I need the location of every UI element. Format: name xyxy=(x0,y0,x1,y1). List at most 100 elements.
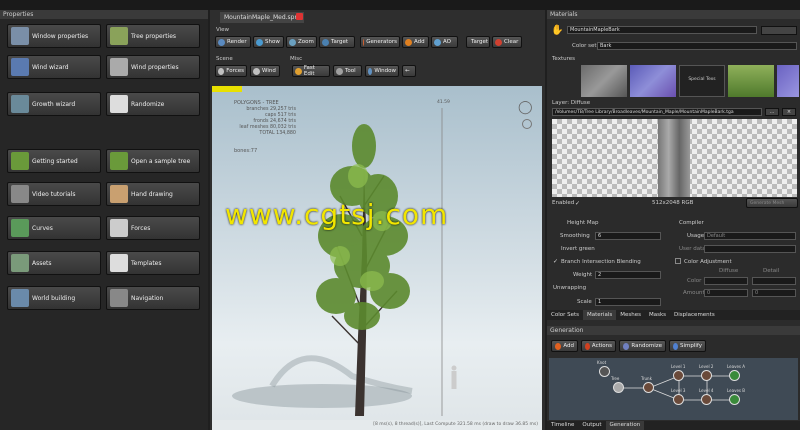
material-name: MountainMapleBark xyxy=(570,27,620,33)
node-level-2[interactable] xyxy=(701,370,712,381)
tree-render xyxy=(232,108,457,416)
texture-path-field[interactable]: /Volumes/TB/Tree Library/Broadleaves/Mou… xyxy=(552,108,762,116)
diffuse-amount-field[interactable]: 0 xyxy=(704,289,748,297)
viewport-3d[interactable]: POLYGONS - TREE branches 29,257 tris caps… xyxy=(212,86,542,430)
diffuse-color-swatch[interactable] xyxy=(704,277,748,285)
texture-extra-thumb[interactable] xyxy=(777,65,799,97)
node-leaves-b[interactable] xyxy=(729,394,740,405)
smoothing-field[interactable]: 6 xyxy=(595,232,661,240)
user-data-field[interactable] xyxy=(704,245,796,253)
show-button[interactable]: Show xyxy=(253,36,284,48)
actions-generation-button[interactable]: Actions xyxy=(581,340,616,352)
clear-texture-button[interactable]: × xyxy=(782,108,796,116)
scale-field[interactable]: 1 xyxy=(595,298,661,306)
node-level-4[interactable] xyxy=(701,394,712,405)
video-tutorials-button[interactable]: Video tutorials xyxy=(7,182,101,206)
bottom-tab-output[interactable]: Output xyxy=(578,421,605,430)
window-button[interactable]: Window xyxy=(365,65,399,77)
zoom-button[interactable]: Zoom xyxy=(286,36,317,48)
branch-blending-checkbox[interactable]: ✓ xyxy=(553,258,558,265)
properties-panel: Properties Window properties Tree propert… xyxy=(0,10,208,430)
forces-label: Forces xyxy=(131,224,151,232)
ao-button[interactable]: AO xyxy=(431,36,458,48)
add-generation-button[interactable]: Add xyxy=(551,340,578,352)
color-set-field[interactable]: Bark xyxy=(597,42,797,50)
forces-button[interactable]: Forces xyxy=(106,216,200,240)
document-tab[interactable]: MountainMaple_Med.spm xyxy=(220,12,305,23)
navigation-button[interactable]: Navigation xyxy=(106,286,200,310)
texture-leaves-thumb[interactable] xyxy=(728,65,774,97)
clear-button[interactable]: Clear xyxy=(492,36,522,48)
forces-label: Forces xyxy=(226,68,244,74)
texture-normal-thumb[interactable] xyxy=(630,65,676,97)
world-icon xyxy=(11,289,29,307)
tab-displacements[interactable]: Displacements xyxy=(670,310,719,320)
tab-masks[interactable]: Masks xyxy=(645,310,670,320)
actions-label: Actions xyxy=(591,343,612,349)
randomize-generation-button[interactable]: Randomize xyxy=(619,340,666,352)
generate-mesh-button[interactable]: Generate Mesh xyxy=(746,198,798,208)
target-button[interactable]: Target xyxy=(319,36,355,48)
tool-button[interactable]: Tool xyxy=(333,65,362,77)
growth-wizard-button[interactable]: Growth wizard xyxy=(7,92,101,116)
add-button[interactable]: Add xyxy=(402,36,429,48)
tree-properties-button[interactable]: Tree properties xyxy=(106,24,200,48)
material-selector[interactable]: MountainMapleBark xyxy=(567,26,757,34)
wind-properties-button[interactable]: Wind properties xyxy=(106,55,200,79)
texture-bark-thumb[interactable] xyxy=(581,65,627,97)
texture-path: /Volumes/TB/Tree Library/Broadleaves/Mou… xyxy=(555,110,734,115)
clear-label: Clear xyxy=(504,39,519,45)
detail-amount-field[interactable]: 0 xyxy=(752,289,796,297)
color-adjustment-checkbox[interactable] xyxy=(675,258,681,264)
simplify-generation-button[interactable]: Simplify xyxy=(669,340,706,352)
node-label-level-3: Level 3 xyxy=(671,388,686,393)
window-properties-label: Window properties xyxy=(32,32,89,40)
smoothing-value: 6 xyxy=(598,233,602,239)
fast-edit-button[interactable]: Fast Edit xyxy=(292,65,330,77)
detail-color-swatch[interactable] xyxy=(752,277,796,285)
curves-button[interactable]: Curves xyxy=(7,216,101,240)
open-a-sample-tree-button[interactable]: Open a sample tree xyxy=(106,149,200,173)
node-trunk[interactable] xyxy=(643,382,654,393)
bottom-tab-timeline[interactable]: Timeline xyxy=(547,421,578,430)
node-leaves-a[interactable] xyxy=(729,370,740,381)
node-knot[interactable] xyxy=(599,366,610,377)
node-level-3[interactable] xyxy=(673,394,684,405)
window-properties-button[interactable]: Window properties xyxy=(7,24,101,48)
getting-started-button[interactable]: Getting started xyxy=(7,149,101,173)
randomize-icon xyxy=(623,342,630,350)
material-actions[interactable] xyxy=(761,26,797,35)
usage-field[interactable]: Default xyxy=(704,232,796,240)
generators-button[interactable]: Generators xyxy=(360,36,400,48)
bottom-tab-generation[interactable]: Generation xyxy=(605,421,645,430)
render-button[interactable]: Render xyxy=(215,36,251,48)
assets-button[interactable]: Assets xyxy=(7,251,101,275)
tab-materials[interactable]: Materials xyxy=(583,310,617,320)
forces-button[interactable]: Forces xyxy=(215,65,247,77)
tab-color-sets[interactable]: Color Sets xyxy=(547,310,583,320)
weight-field[interactable]: 2 xyxy=(595,271,661,279)
node-tree[interactable] xyxy=(613,382,624,393)
height-map-label: Height Map xyxy=(567,220,599,226)
browse-button[interactable]: ... xyxy=(765,108,779,116)
wind-button[interactable]: Wind xyxy=(250,65,280,77)
generators-icon xyxy=(363,38,365,46)
generation-graph[interactable]: Tree Trunk Level 1 Level 2 Level 3 Level 4 Lea… xyxy=(549,358,798,420)
randomize-button[interactable]: Randomize xyxy=(106,92,200,116)
templates-button[interactable]: Templates xyxy=(106,251,200,275)
texture-special-thumb[interactable]: Special Texs xyxy=(679,65,725,97)
target-button[interactable]: Target xyxy=(466,36,490,48)
tab-meshes[interactable]: Meshes xyxy=(616,310,645,320)
diffuse-amount-value: 0 xyxy=(707,290,711,296)
wind-wizard-button[interactable]: Wind wizard xyxy=(7,55,101,79)
node-level-1[interactable] xyxy=(673,370,684,381)
hand-drawing-button[interactable]: Hand drawing xyxy=(106,182,200,206)
world-building-button[interactable]: World building xyxy=(7,286,101,310)
back-arrow-button[interactable]: ← xyxy=(402,65,416,77)
add-icon xyxy=(405,38,412,46)
fan-icon xyxy=(110,58,128,76)
hand-icon[interactable]: ✋ xyxy=(551,25,563,36)
node-label-level-2: Level 2 xyxy=(699,364,714,369)
enabled-checkbox[interactable]: ✓ xyxy=(575,200,580,207)
close-tab-icon[interactable] xyxy=(296,13,303,20)
